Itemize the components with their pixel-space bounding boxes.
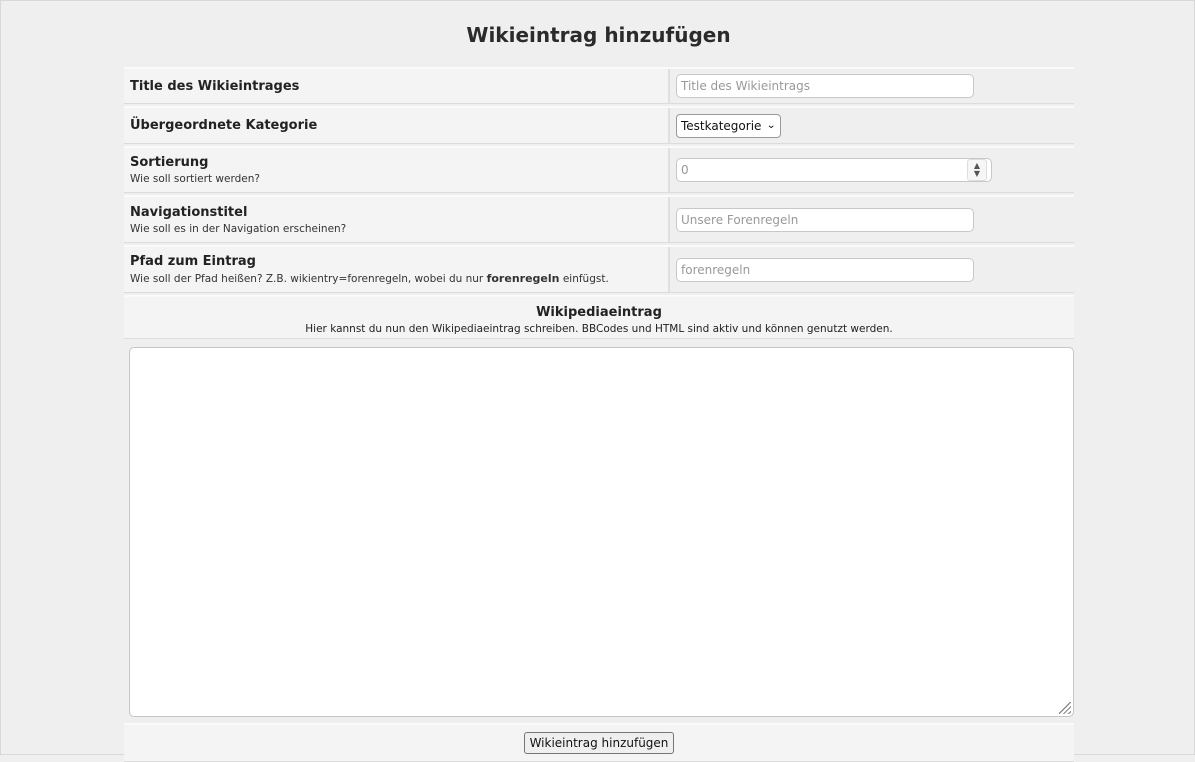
title-label: Title des Wikieintrages [130,78,300,94]
sort-input-cell: 0 ▲ ▼ [670,148,1074,192]
category-input-cell: Testkategorie ⌄ [670,108,1074,143]
category-label-cell: Übergeordnete Kategorie [124,108,670,143]
chevron-down-icon: ⌄ [766,120,777,131]
path-input[interactable]: forenregeln [676,257,974,282]
nav-title-hint: Wie soll es in der Navigation erscheinen… [130,222,347,235]
number-spinner[interactable]: ▲ ▼ [967,159,987,181]
sort-number-input[interactable]: 0 ▲ ▼ [676,158,992,182]
editor-title: Wikipediaeintrag [536,305,662,320]
spin-down-icon[interactable]: ▼ [974,170,980,178]
sort-label: Sortierung [130,155,209,170]
category-row: Übergeordnete Kategorie Testkategorie ⌄ [124,106,1074,144]
sort-label-cell: Sortierung Wie soll sortiert werden? [124,148,670,192]
nav-title-row: Navigationstitel Wie soll es in der Navi… [124,195,1074,243]
path-hint-bold: forenregeln [486,272,560,285]
category-label: Übergeordnete Kategorie [130,118,318,133]
submit-button[interactable]: Wikieintrag hinzufügen [523,732,675,754]
wiki-entry-form: Title des Wikieintrages Title des Wikiei… [124,67,1074,762]
sort-value: 0 [681,163,689,177]
editor-hint: Hier kannst du nun den Wikipediaeintrag … [305,323,893,335]
nav-title-input-cell: Unsere Forenregeln [670,197,1074,242]
path-hint-after: einfügst. [562,273,609,285]
page-title: Wikieintrag hinzufügen [466,23,731,47]
title-label-cell: Title des Wikieintrages [124,69,670,103]
title-row: Title des Wikieintrages Title des Wikiei… [124,67,1074,104]
path-label: Pfad zum Eintrag [130,254,256,269]
path-label-cell: Pfad zum Eintrag Wie soll der Pfad heiße… [124,247,670,292]
title-input[interactable]: Title des Wikieintrags [676,74,974,98]
nav-title-label: Navigationstitel [130,204,248,220]
editor-header: Wikipediaeintrag Hier kannst du nun den … [124,295,1074,339]
path-hint: Wie soll der Pfad heißen? Z.B. wikientry… [130,272,668,285]
nav-title-input[interactable]: Unsere Forenregeln [676,207,974,232]
category-select[interactable]: Testkategorie ⌄ [676,113,781,138]
category-selected-value: Testkategorie [681,118,762,133]
sort-hint: Wie soll sortiert werden? [130,173,260,185]
submit-row: Wikieintrag hinzufügen [124,723,1074,762]
wiki-content-textarea[interactable] [129,347,1074,717]
nav-title-label-cell: Navigationstitel Wie soll es in der Navi… [124,197,670,242]
resize-grip-icon[interactable] [1059,702,1071,714]
path-row: Pfad zum Eintrag Wie soll der Pfad heiße… [124,245,1074,293]
path-hint-before: Wie soll der Pfad heißen? Z.B. wikientry… [130,273,484,285]
sort-row: Sortierung Wie soll sortiert werden? 0 ▲… [124,146,1074,193]
path-input-cell: forenregeln [670,247,1074,292]
title-input-cell: Title des Wikieintrags [670,69,1074,103]
